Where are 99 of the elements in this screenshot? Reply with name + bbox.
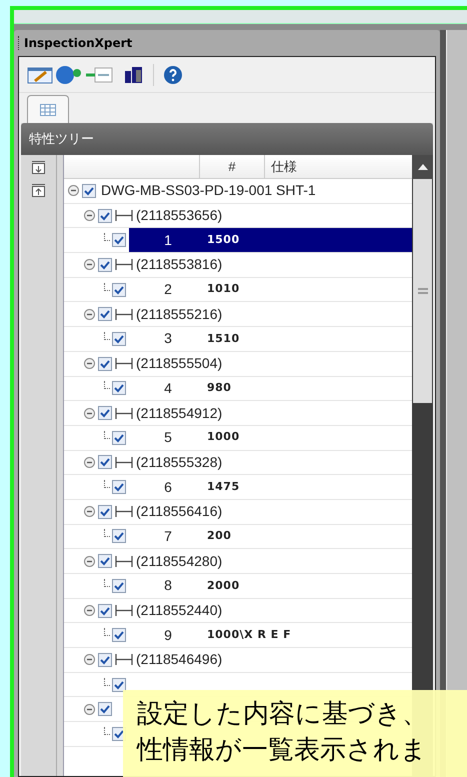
- number-cell-text: 9: [163, 626, 173, 645]
- spec-cell-text: 2000: [207, 578, 240, 594]
- collapse-icon[interactable]: [84, 556, 95, 567]
- characteristic-row[interactable]: 3 1510: [129, 327, 412, 351]
- grip-icon: [418, 288, 428, 294]
- characteristic-row[interactable]: 9 1000\X R E F: [129, 623, 412, 648]
- table-icon: [40, 104, 56, 116]
- characteristic-row[interactable]: 4 980: [129, 376, 412, 400]
- export-icon[interactable]: [85, 66, 113, 84]
- caption-text: 性情報が一覧表示されま: [137, 734, 428, 767]
- checkbox[interactable]: [98, 208, 112, 223]
- checkbox[interactable]: [98, 406, 112, 420]
- collapse-icon[interactable]: [84, 605, 95, 616]
- number-cell-text: 8: [163, 576, 173, 596]
- number-cell-text: 4: [163, 378, 173, 398]
- spec-cell-text: 200: [207, 528, 232, 544]
- checkbox[interactable]: [112, 282, 126, 297]
- checkbox[interactable]: [98, 504, 112, 519]
- panel-title: InspectionXpert: [24, 35, 132, 52]
- collapse-icon[interactable]: [84, 506, 95, 518]
- spec-cell-text: 1010: [207, 281, 240, 298]
- drawing-label: DWG-MB-SS03-PD-19-001 SHT-1: [101, 181, 316, 200]
- spec-cell-text: 1000\X R E F: [207, 626, 292, 643]
- number-cell-text: 6: [163, 478, 173, 497]
- spec-cell-text: 1500: [207, 232, 240, 248]
- checkbox[interactable]: [98, 455, 112, 470]
- spec-cell-text: 1510: [207, 330, 240, 347]
- dimension-label: (2118552440): [136, 601, 222, 620]
- collapse-icon[interactable]: [84, 358, 95, 370]
- dimension-icon: [115, 605, 133, 616]
- dimension-icon: [115, 556, 133, 567]
- characteristic-row[interactable]: 5 1000: [129, 426, 412, 450]
- checkbox[interactable]: [112, 430, 126, 445]
- collapse-icon[interactable]: [68, 185, 79, 196]
- dimension-label: (2118553656): [136, 206, 222, 226]
- dimension-icon: [115, 654, 133, 666]
- collapse-icon[interactable]: [84, 210, 95, 222]
- collapse-icon[interactable]: [84, 704, 95, 715]
- dimension-icon: [115, 456, 133, 468]
- checkbox[interactable]: [98, 307, 112, 322]
- chart-icon[interactable]: [124, 66, 144, 84]
- collapse-icon[interactable]: [84, 456, 95, 468]
- collapse-icon[interactable]: [84, 259, 95, 270]
- checkbox[interactable]: [112, 578, 126, 593]
- collapse-all-icon[interactable]: [32, 184, 45, 197]
- dimension-icon: [115, 259, 133, 270]
- dimension-icon: [115, 308, 133, 320]
- characteristic-row[interactable]: 8 2000: [129, 574, 412, 598]
- dimension-icon: [115, 358, 133, 370]
- checkbox[interactable]: [112, 332, 126, 346]
- dimension-icon: [115, 506, 133, 518]
- spec-cell-text: 1475: [207, 478, 240, 495]
- checkbox[interactable]: [112, 480, 126, 494]
- help-icon[interactable]: [163, 64, 183, 84]
- number-cell-text: 5: [163, 428, 173, 448]
- scroll-up-icon[interactable]: [418, 164, 428, 170]
- checkbox[interactable]: [112, 628, 126, 642]
- expand-all-icon[interactable]: [32, 161, 45, 174]
- checkbox[interactable]: [112, 233, 126, 248]
- dimension-label: (2118554912): [136, 404, 222, 423]
- column-header[interactable]: 仕様: [271, 156, 297, 176]
- dimension-label: (2118555504): [136, 354, 222, 374]
- checkbox[interactable]: [112, 529, 126, 544]
- checkbox[interactable]: [98, 356, 112, 371]
- checkbox[interactable]: [112, 381, 126, 396]
- checkbox[interactable]: [112, 678, 126, 692]
- dimension-icon: [115, 210, 133, 222]
- dimension-label: (2118554280): [136, 552, 222, 571]
- checkbox[interactable]: [98, 604, 112, 618]
- collapse-icon[interactable]: [84, 408, 95, 419]
- spec-cell-text: 980: [207, 380, 232, 396]
- number-cell-text: 7: [163, 526, 173, 546]
- number-cell-text: 2: [163, 280, 173, 300]
- checkbox[interactable]: [98, 554, 112, 568]
- globe-add-icon[interactable]: [56, 64, 82, 86]
- caption-text: 設定した内容に基づき、: [137, 698, 429, 731]
- characteristic-row[interactable]: 6 1475: [129, 475, 412, 499]
- dimension-label: (2118553816): [136, 255, 222, 274]
- checkbox[interactable]: [98, 652, 112, 667]
- editor-icon[interactable]: [27, 66, 53, 84]
- number-cell-text: 1: [163, 230, 173, 250]
- characteristic-row[interactable]: 1 1500: [129, 228, 412, 252]
- spec-cell-text: 1000: [207, 429, 240, 446]
- dimension-label: (2118556416): [136, 502, 222, 522]
- characteristic-row[interactable]: 7 200: [129, 524, 412, 548]
- checkbox[interactable]: [98, 702, 112, 716]
- dimension-label: (2118555328): [136, 452, 222, 472]
- dimension-icon: [115, 408, 133, 419]
- collapse-icon[interactable]: [84, 654, 95, 666]
- dimension-label: (2118555216): [136, 304, 222, 324]
- number-cell-text: 3: [163, 329, 173, 348]
- table-tab[interactable]: [27, 95, 69, 123]
- characteristic-row[interactable]: 2 1010: [129, 278, 412, 302]
- dimension-label: (2118546496): [136, 650, 222, 670]
- checkbox[interactable]: [82, 184, 96, 198]
- collapse-icon[interactable]: [84, 308, 95, 320]
- section-title: 特性ツリー: [29, 130, 94, 148]
- checkbox[interactable]: [98, 258, 112, 272]
- column-header[interactable]: #: [228, 156, 236, 176]
